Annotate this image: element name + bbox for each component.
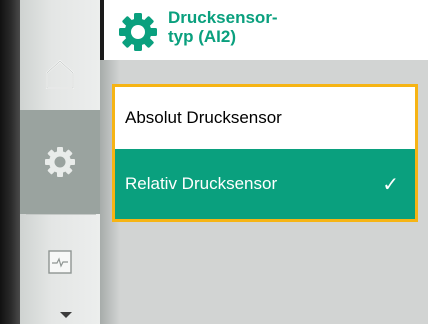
- monitor-icon: [48, 250, 72, 274]
- nav-item-diagnostics[interactable]: [20, 214, 100, 310]
- option-absolut-drucksensor[interactable]: Absolut Drucksensor: [115, 87, 415, 149]
- device-bezel: [0, 0, 20, 324]
- page-title-line: typ (AI2): [168, 27, 236, 46]
- nav-item-settings[interactable]: [20, 110, 100, 214]
- nav-item-home[interactable]: [20, 38, 100, 110]
- gear-icon: [119, 13, 157, 51]
- nav-rail: [20, 0, 100, 324]
- option-label: Absolut Drucksensor: [125, 108, 282, 127]
- gear-icon: [45, 147, 75, 177]
- option-list: Absolut Drucksensor Relativ Drucksensor …: [112, 84, 418, 222]
- chevron-down-icon[interactable]: [60, 312, 72, 318]
- home-icon: [46, 59, 74, 89]
- checkmark-icon: ✓: [382, 172, 399, 196]
- page-title: Drucksensor- typ (AI2): [168, 8, 348, 46]
- header-edge: [100, 0, 104, 60]
- page-title-line: Drucksensor-: [168, 8, 278, 27]
- option-relativ-drucksensor[interactable]: Relativ Drucksensor ✓: [115, 149, 415, 219]
- option-label: Relativ Drucksensor: [125, 174, 278, 193]
